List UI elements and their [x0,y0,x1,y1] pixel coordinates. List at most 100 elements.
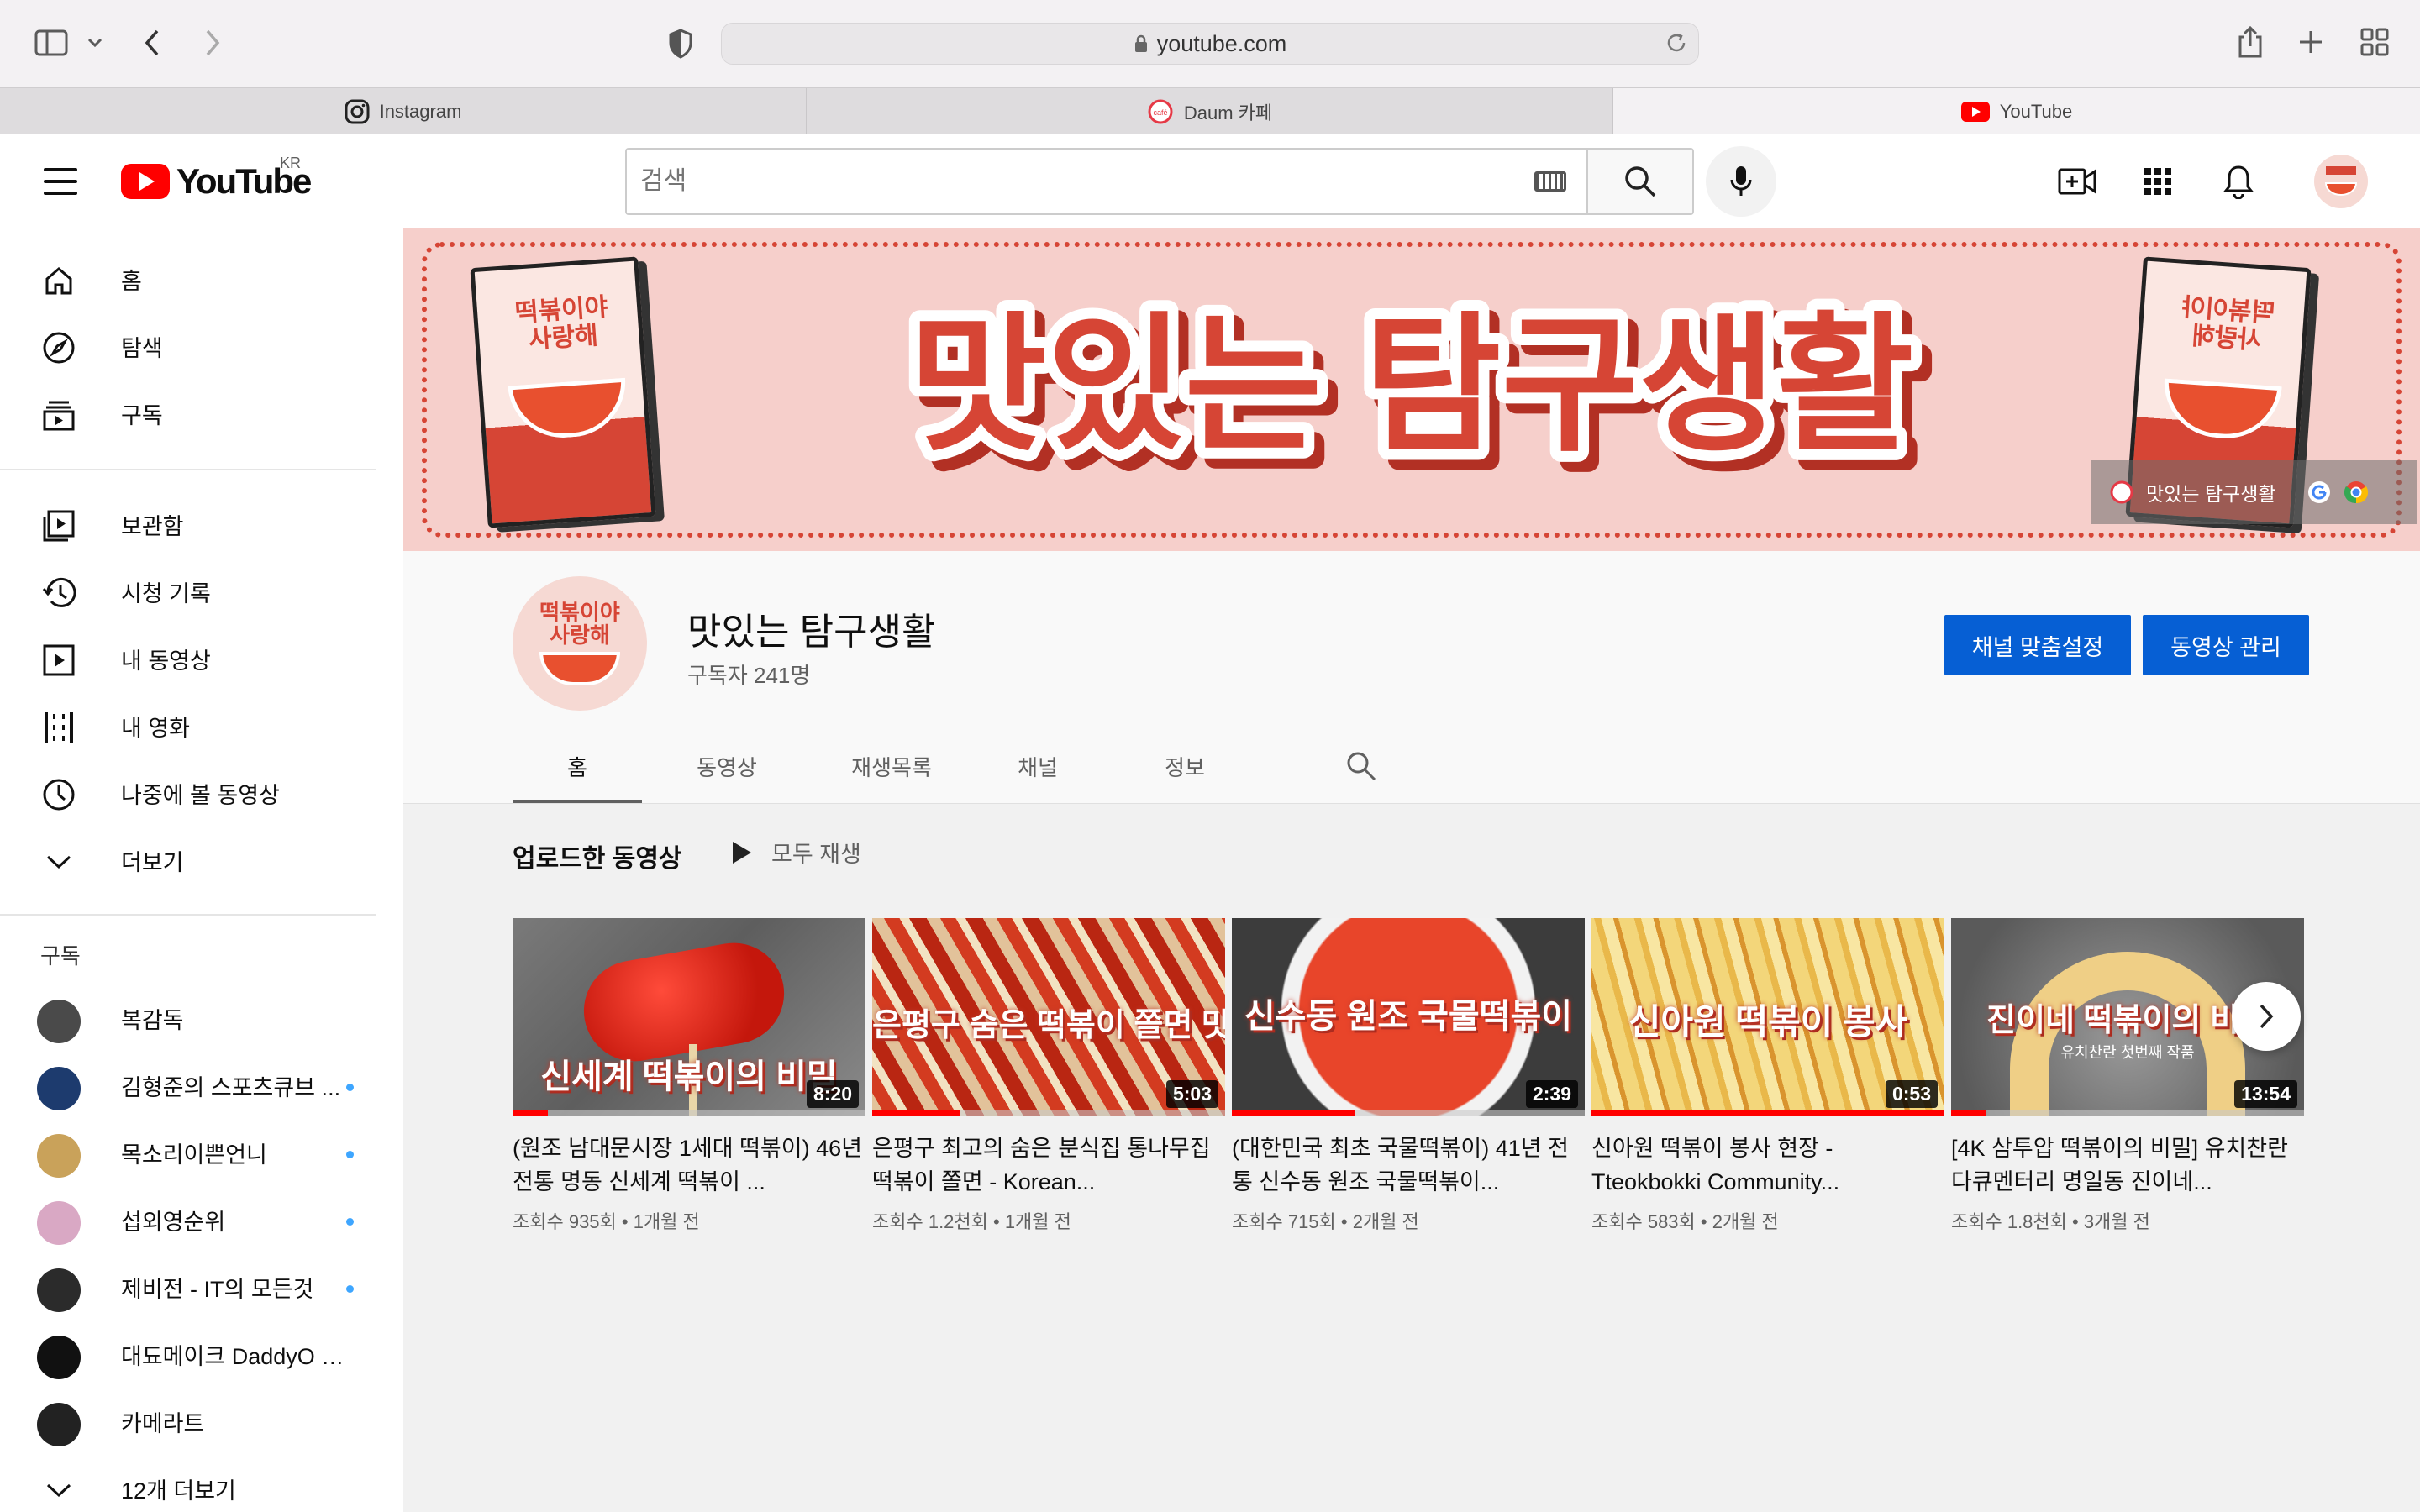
watch-progress-track [1951,1110,2304,1116]
watch-progress-bar [513,1110,548,1116]
play-all-label: 모두 재생 [771,842,861,867]
account-avatar[interactable] [2314,155,2368,208]
subscription-channel-name: 김형준의 스포츠큐브 ... [121,1074,341,1100]
search-box[interactable] [625,148,1586,215]
video-card[interactable]: 신세계 떡볶이의 비밀 8:20 (원조 남대문시장 1세대 떡볶이) 46년 … [513,918,865,1234]
sidebar-item-label: 시청 기록 [121,580,211,606]
banner-book-title: 떡볶이야 사랑해 [513,293,609,354]
sidebar-item-label: 보관함 [121,513,184,539]
url-text: youtube.com [1156,30,1287,56]
channel-home-content: 업로드한 동영상 모두 재생 신세계 떡볶이의 비밀 8:20 (원조 남대문시… [403,803,2420,1512]
youtube-icon [1960,101,1990,122]
search-input[interactable] [640,167,1497,196]
video-duration: 2:39 [1525,1080,1578,1108]
search-button[interactable] [1586,148,1694,215]
channel-avatar [37,1000,81,1043]
tab-videos[interactable]: 동영상 [664,741,790,791]
back-icon[interactable] [139,27,165,59]
apps-grid-icon[interactable] [2134,158,2181,205]
banner-link-label[interactable]: 맛있는 탐구생활 [2146,478,2276,507]
forward-icon[interactable] [200,27,225,59]
youtube-header: YouTube KR [0,134,2420,228]
sidebar-item-history[interactable]: 시청 기록 [0,558,395,625]
tab-channels[interactable]: 채널 [983,741,1092,791]
sidebar-item-library[interactable]: 보관함 [0,491,395,558]
banner-book-left: 떡볶이야 사랑해 [470,256,656,528]
video-title[interactable]: (대한민국 최초 국물떡볶이) 41년 전통 신수동 원조 국물떡볶이... [1232,1131,1585,1199]
chrome-icon[interactable] [2344,480,2369,505]
movies-icon [40,709,77,746]
video-card[interactable]: 신수동 원조 국물떡볶이 2:39 (대한민국 최초 국물떡볶이) 41년 전통… [1232,918,1585,1234]
sidebar-item-my-movies[interactable]: 내 영화 [0,692,395,759]
sidebar: 홈 탐색 구독 보관함 시청 기록 내 동영상 내 영화 나중에 볼 동영상 더… [0,228,403,1512]
chevron-down-icon [40,1472,77,1509]
share-icon[interactable] [2235,24,2265,60]
subscription-channel[interactable]: 대됴메이크 DaddyO m... [0,1320,395,1388]
address-bar[interactable]: youtube.com [721,23,1699,65]
channel-search-icon[interactable] [1336,741,1386,791]
tteokbokki-bowl-icon [508,377,629,442]
subscription-channel[interactable]: 복감독 [0,984,395,1052]
tab-overview-icon[interactable] [2360,27,2390,57]
chevron-down-icon[interactable] [84,32,106,54]
video-thumbnail[interactable]: 신세계 떡볶이의 비밀 8:20 [513,918,865,1116]
sidebar-item-watch-later[interactable]: 나중에 볼 동영상 [0,759,395,827]
video-card[interactable]: 신아원 떡볶이 봉사 0:53 신아원 떡볶이 봉사 현장 - Tteokbok… [1591,918,1944,1234]
sidebar-toggle-icon[interactable] [34,29,69,57]
create-video-icon[interactable] [2054,158,2101,205]
subscription-channel[interactable]: 제비전 - IT의 모든것 [0,1253,395,1320]
subscription-channel[interactable]: 김형준의 스포츠큐브 ... [0,1052,395,1119]
reload-icon[interactable] [1664,30,1689,55]
menu-icon[interactable] [44,168,77,195]
subscription-channel[interactable]: 목소리이쁜언니 [0,1119,395,1186]
tab-home[interactable]: 홈 [513,741,642,791]
browser-tab-daum[interactable]: café Daum 카페 [807,88,1613,134]
video-card[interactable]: 진이네 떡볶이의 비밀 유치찬란 첫번째 작품 13:54 [4K 삼투압 떡볶… [1951,918,2304,1234]
daum-icon: café [1148,99,1173,123]
browser-tab-label: Daum 카페 [1183,102,1273,123]
sidebar-item-my-videos[interactable]: 내 동영상 [0,625,395,692]
notifications-bell-icon[interactable] [2215,158,2262,205]
compass-icon [40,329,77,366]
sidebar-item-home[interactable]: 홈 [0,245,395,312]
customize-channel-button[interactable]: 채널 맞춤설정 [1944,615,2131,675]
shelf-next-button[interactable] [2232,982,2301,1051]
thumbnail-caption: 은평구 숨은 떡볶이 쫄면 맛집 [872,1008,1225,1043]
sidebar-item-explore[interactable]: 탐색 [0,312,395,380]
voice-search-button[interactable] [1706,146,1776,217]
keyboard-icon[interactable] [1534,171,1566,192]
banner-links[interactable]: 맛있는 탐구생활 [2091,460,2417,524]
sidebar-item-label: 더보기 [121,849,184,875]
video-thumbnail[interactable]: 은평구 숨은 떡볶이 쫄면 맛집 5:03 [872,918,1225,1116]
video-title[interactable]: 신아원 떡볶이 봉사 현장 - Tteokbokki Community... [1591,1131,1944,1199]
new-content-dot [346,1151,354,1158]
video-thumbnail[interactable]: 신수동 원조 국물떡볶이 2:39 [1232,918,1585,1116]
sidebar-item-show-more[interactable]: 더보기 [0,827,395,894]
google-icon[interactable] [2307,480,2332,505]
browser-tab-instagram[interactable]: Instagram [0,88,807,134]
manage-videos-button[interactable]: 동영상 관리 [2143,615,2309,675]
video-duration: 5:03 [1165,1080,1218,1108]
tab-playlists[interactable]: 재생목록 [820,741,963,791]
subscription-channel[interactable]: 섭외영순위 [0,1186,395,1253]
tteokbokki-avatar-icon [2324,166,2358,196]
tab-about[interactable]: 정보 [1134,741,1235,791]
video-card[interactable]: 은평구 숨은 떡볶이 쫄면 맛집 5:03 은평구 최고의 숨은 분식집 통나무… [872,918,1225,1234]
banner-title-fill: 맛있는 탐구생활 [909,302,1914,469]
browser-tab-youtube[interactable]: YouTube [1613,88,2420,134]
new-tab-icon[interactable] [2296,27,2326,57]
play-all-button[interactable]: 모두 재생 [731,836,861,869]
video-title[interactable]: [4K 삼투압 떡볶이의 비밀] 유치찬란 다큐멘터리 명일동 진이네... [1951,1131,2304,1199]
sidebar-item-subscriptions[interactable]: 구독 [0,380,395,447]
video-title[interactable]: 은평구 최고의 숨은 분식집 통나무집 떡볶이 쫄면 - Korean... [872,1131,1225,1199]
video-title[interactable]: (원조 남대문시장 1세대 떡볶이) 46년 전통 명동 신세계 떡볶이 ... [513,1131,865,1199]
channel-avatar [37,1403,81,1446]
svg-text:café: café [1153,108,1167,117]
history-icon [40,575,77,612]
privacy-shield-icon[interactable] [666,27,696,60]
video-meta: 조회수 715회 • 2개월 전 [1232,1211,1419,1232]
video-thumbnail[interactable]: 신아원 떡볶이 봉사 0:53 [1591,918,1944,1116]
subscription-channel[interactable]: 카메라트 [0,1388,395,1455]
subscription-channel-name: 카메라트 [121,1410,205,1436]
sidebar-item-more-subscriptions[interactable]: 12개 더보기 [0,1455,395,1512]
